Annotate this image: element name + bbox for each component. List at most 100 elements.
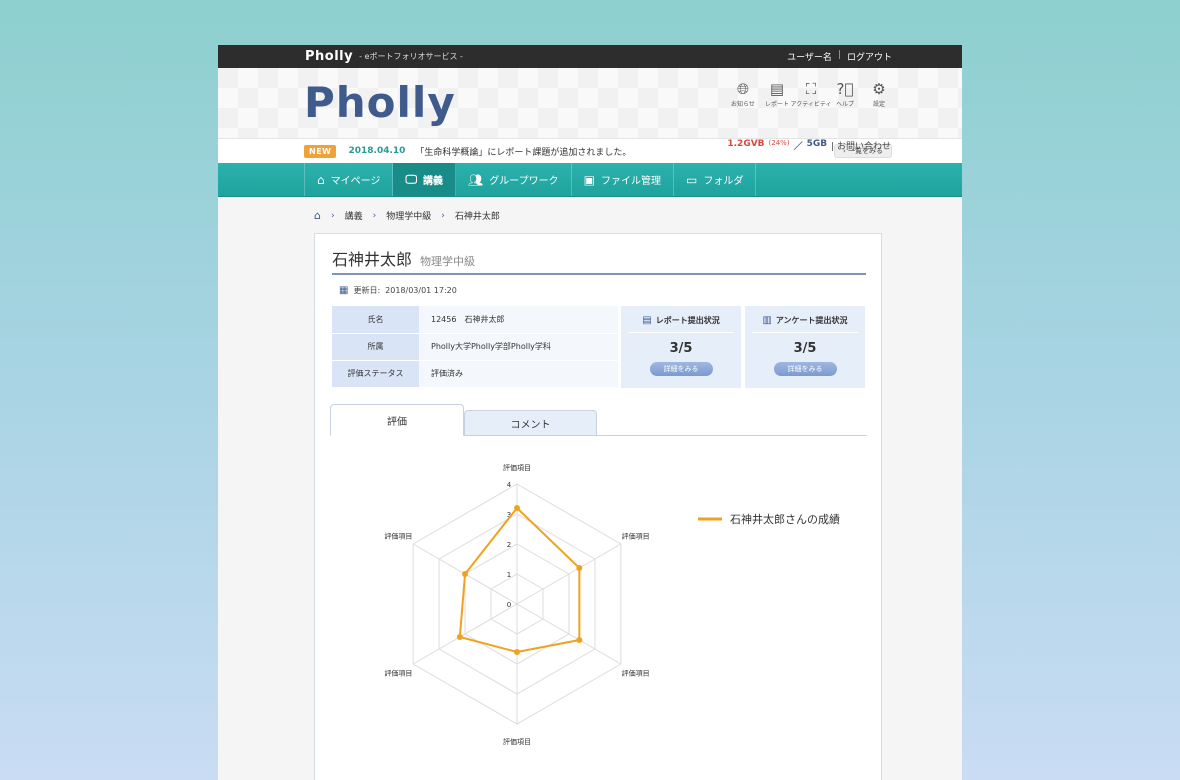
table-row: 氏名 12456 石神井太郎 bbox=[332, 306, 618, 334]
report-status-card: ▤ レポート提出状況 3/5 詳細をみる bbox=[621, 306, 741, 388]
info-value: Pholly大学Pholly学部Pholly学科 bbox=[419, 333, 618, 361]
tick-label: 1 bbox=[507, 571, 511, 579]
survey-status-title: アンケート提出状況 bbox=[775, 316, 848, 325]
page-title: 石神井太郎 物理学中級 bbox=[332, 246, 866, 275]
data-point bbox=[576, 637, 583, 643]
series-line bbox=[458, 506, 581, 654]
tab-bar: 評価 コメント bbox=[330, 404, 867, 436]
nav-files[interactable]: ▣ ファイル管理 bbox=[572, 163, 674, 196]
info-key: 所属 bbox=[332, 333, 419, 361]
home-icon: ⌂ bbox=[317, 172, 325, 187]
updated-label: 更新日: bbox=[353, 286, 381, 295]
storage-used: 1.2GVB bbox=[727, 139, 765, 149]
nav-folder[interactable]: ▭ フォルダ bbox=[674, 163, 757, 196]
legend-label: 石神井太郎さんの成績 bbox=[730, 512, 840, 526]
tick-label: 2 bbox=[507, 541, 511, 549]
group-icon: 👥︎ bbox=[468, 172, 484, 187]
header: Pholly 🌐︎ お知らせ ▤ レポート ⛶ アクティビティ ?⃝ ヘルプ ⚙… bbox=[218, 68, 962, 152]
storage-total: 5GB bbox=[806, 139, 828, 149]
nav-groupwork[interactable]: 👥︎ グループワーク bbox=[456, 163, 572, 196]
settings-button[interactable]: ⚙ 設定 bbox=[866, 80, 892, 108]
folder-icon: ▭ bbox=[686, 172, 698, 187]
table-row: 所属 Pholly大学Pholly学部Pholly学科 bbox=[332, 333, 618, 361]
breadcrumb-student: 石神井太郎 bbox=[454, 212, 500, 222]
app-window: Pholly - eポートフォリオサービス - ユーザー名 | ログアウト Ph… bbox=[218, 45, 962, 780]
nav-mypage-label: マイページ bbox=[330, 176, 381, 187]
student-class: 物理学中級 bbox=[420, 255, 476, 268]
nav-folder-label: フォルダ bbox=[703, 176, 744, 187]
report-status-title: レポート提出状況 bbox=[655, 316, 720, 325]
contact-link[interactable]: | お問い合わせ bbox=[831, 139, 891, 152]
student-info-table: 氏名 12456 石神井太郎 所属 Pholly大学Pholly学部Pholly学科… bbox=[332, 306, 618, 388]
data-point bbox=[576, 565, 583, 571]
storage-percent: (24%) bbox=[768, 139, 790, 147]
settings-label: 設定 bbox=[872, 101, 885, 108]
axis-label: 評価項目 bbox=[503, 737, 531, 746]
axis-label: 評価項目 bbox=[622, 669, 650, 678]
survey-status-value: 3/5 bbox=[793, 341, 817, 356]
axis-label: 評価項目 bbox=[622, 532, 650, 541]
breadcrumb: ⌂ › 講義 › 物理学中級 › 石神井太郎 bbox=[314, 209, 500, 222]
tab-evaluation[interactable]: 評価 bbox=[330, 404, 464, 436]
help-icon: ?⃝ bbox=[836, 80, 854, 98]
activity-button[interactable]: ⛶ アクティビティ bbox=[791, 80, 832, 108]
nav-groupwork-label: グループワーク bbox=[489, 176, 559, 187]
report-label: レポート bbox=[764, 101, 789, 108]
content-area: ⌂ › 講義 › 物理学中級 › 石神井太郎 石神井太郎 物理学中級 ▦ 更新日… bbox=[218, 197, 962, 780]
chevron-right-icon: › bbox=[372, 210, 377, 221]
report-button[interactable]: ▤ レポート bbox=[764, 80, 790, 108]
axis-label: 評価項目 bbox=[384, 669, 412, 678]
survey-detail-button[interactable]: 詳細をみる bbox=[773, 362, 837, 376]
data-point bbox=[514, 505, 520, 511]
topbar-tagline: - eポートフォリオサービス - bbox=[359, 52, 463, 61]
calendar-icon: ▦ bbox=[339, 285, 349, 296]
axis-label: 評価項目 bbox=[384, 532, 412, 541]
notice-label: お知らせ bbox=[731, 101, 755, 108]
axis-label: 評価項目 bbox=[503, 463, 531, 472]
info-value: 12456 石神井太郎 bbox=[419, 306, 618, 334]
tick-label: 0 bbox=[507, 601, 511, 609]
nav-lecture-label: 講義 bbox=[423, 176, 444, 187]
student-panel: 石神井太郎 物理学中級 ▦ 更新日: 2018/03/01 17:20 氏名 12… bbox=[314, 233, 882, 780]
nav-mypage[interactable]: ⌂ マイページ bbox=[304, 163, 394, 196]
survey-status-card: ▥ アンケート提出状況 3/5 詳細をみる bbox=[745, 306, 865, 388]
storage-usage: 1.2GVB (24%) ／ 5GB | お問い合わせ bbox=[727, 139, 891, 152]
news-message[interactable]: 「生命科学概論」にレポート課題が追加されました。 bbox=[415, 145, 631, 158]
new-badge: NEW bbox=[304, 144, 337, 158]
notice-button[interactable]: 🌐︎ お知らせ bbox=[730, 80, 756, 108]
file-icon: ▣ bbox=[583, 172, 595, 187]
data-point bbox=[462, 571, 469, 577]
storage-slash: ／ bbox=[793, 142, 803, 152]
updated-info: ▦ 更新日: 2018/03/01 17:20 bbox=[339, 285, 457, 296]
report-detail-button[interactable]: 詳細をみる bbox=[649, 362, 713, 376]
logout-link[interactable]: ログアウト bbox=[847, 50, 892, 63]
data-point bbox=[514, 649, 520, 655]
breadcrumb-course[interactable]: 物理学中級 bbox=[386, 209, 431, 222]
report-status-value: 3/5 bbox=[669, 341, 693, 356]
header-icons: 🌐︎ お知らせ ▤ レポート ⛶ アクティビティ ?⃝ ヘルプ ⚙ 設定 bbox=[730, 80, 892, 108]
user-name-link[interactable]: ユーザー名 bbox=[787, 50, 832, 63]
student-name: 石神井太郎 bbox=[332, 250, 413, 269]
tick-label: 4 bbox=[507, 481, 512, 489]
chevron-right-icon: › bbox=[441, 210, 445, 221]
breadcrumb-lecture[interactable]: 講義 bbox=[345, 209, 363, 222]
activity-label: アクティビティ bbox=[790, 101, 832, 108]
info-key: 評価ステータス bbox=[332, 360, 419, 388]
breadcrumb-home-icon[interactable]: ⌂ bbox=[314, 209, 321, 222]
logo[interactable]: Pholly bbox=[304, 78, 456, 127]
table-row: 評価ステータス 評価済み bbox=[332, 360, 618, 388]
main-nav: ⌂ マイページ 🖵︎ 講義 👥︎ グループワーク ▣ ファイル管理 ▭ フォルダ bbox=[218, 163, 962, 197]
help-label: ヘルプ bbox=[835, 101, 854, 108]
nav-files-label: ファイル管理 bbox=[601, 176, 661, 187]
data-point bbox=[456, 634, 463, 640]
info-value: 評価済み bbox=[419, 360, 618, 388]
clipboard-icon: ▥ bbox=[762, 315, 772, 326]
gear-icon: ⚙ bbox=[872, 80, 886, 98]
nav-lecture[interactable]: 🖵︎ 講義 bbox=[393, 163, 457, 196]
top-bar: Pholly - eポートフォリオサービス - ユーザー名 | ログアウト bbox=[218, 45, 962, 68]
tab-comment[interactable]: コメント bbox=[464, 410, 597, 436]
globe-icon: 🌐︎ bbox=[736, 80, 749, 98]
help-button[interactable]: ?⃝ ヘルプ bbox=[832, 80, 858, 108]
radar-chart: 01234評価項目評価項目評価項目評価項目評価項目評価項目石神井太郎さんの成績 bbox=[384, 463, 840, 746]
topbar-brand: Pholly bbox=[305, 49, 354, 64]
